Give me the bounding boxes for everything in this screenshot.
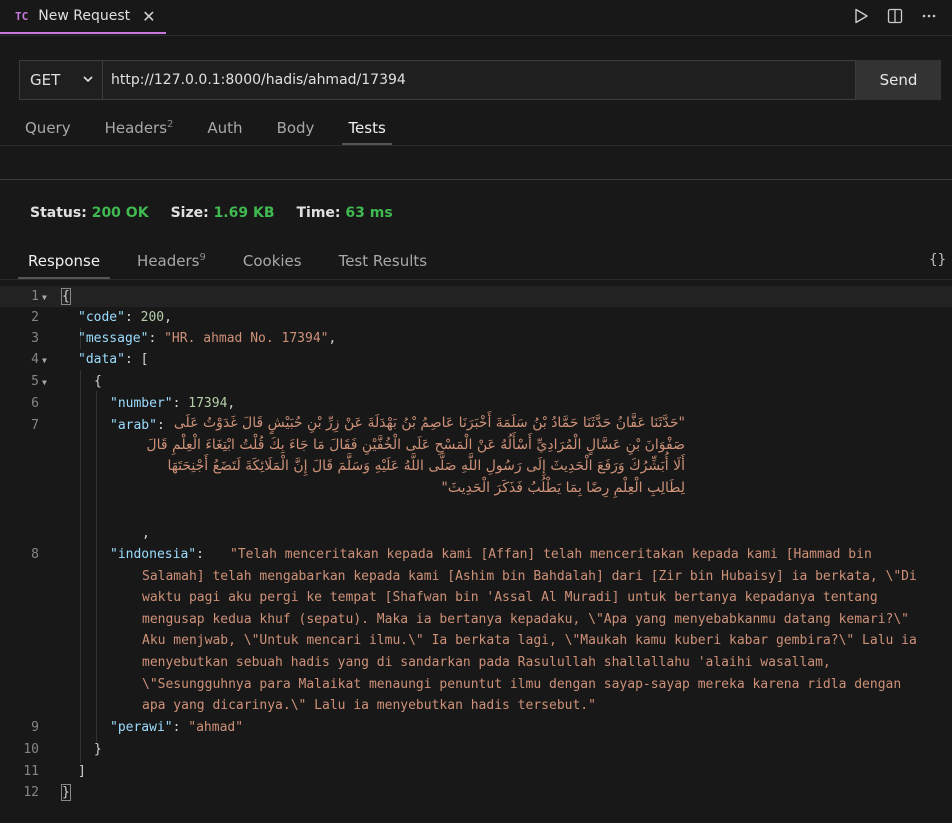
response-status-bar: Status: 200 OK Size: 1.69 KB Time: 63 ms	[30, 205, 393, 221]
tab-cookies[interactable]: Cookies	[243, 249, 302, 279]
fold-chevron-icon[interactable]: ▼	[42, 287, 56, 308]
line-number: 7	[31, 418, 39, 433]
size-value: 1.69 KB	[213, 205, 275, 221]
line-number: 11	[23, 764, 39, 779]
line-number: 10	[23, 742, 39, 757]
code-line: {	[94, 374, 102, 389]
tab-response-headers-label: Headers	[137, 252, 200, 270]
time-label: Time:	[296, 205, 341, 221]
code-line: ,	[142, 526, 150, 541]
tab-headers[interactable]: Headers2	[105, 117, 174, 145]
tab-cookies-label: Cookies	[242, 252, 302, 270]
tab-tests-label: Tests	[348, 119, 386, 137]
tab-new-request[interactable]: TC New Request ✕	[0, 0, 166, 34]
line-number: 9	[31, 720, 39, 735]
response-headers-count-badge: 9	[199, 252, 206, 263]
current-line-highlight	[0, 286, 952, 307]
line-number: 12	[23, 785, 39, 800]
size-info: Size: 1.69 KB	[171, 205, 275, 221]
request-url-bar: GET http://127.0.0.1:8000/hadis/ahmad/17…	[19, 60, 941, 100]
code-line: "message": "HR. ahmad No. 17394",	[78, 331, 337, 346]
size-label: Size:	[170, 205, 209, 221]
code-line: {	[61, 288, 71, 305]
tab-query-label: Query	[25, 119, 71, 137]
code-line: "number": 17394,	[110, 396, 236, 411]
fold-chevron-icon[interactable]: ▼	[42, 372, 56, 393]
tab-bar: TC New Request ✕	[0, 0, 952, 36]
tab-response-label: Response	[28, 252, 101, 270]
line-number: 4 ▼	[0, 349, 56, 371]
line-number: 6	[31, 396, 39, 411]
send-button[interactable]: Send	[856, 60, 941, 100]
status-info: Status: 200 OK	[30, 205, 149, 221]
line-number: 1 ▼	[0, 286, 56, 308]
run-icon[interactable]	[852, 5, 870, 27]
code-line: "data": [	[78, 352, 149, 367]
code-line: "perawi": "ahmad"	[110, 720, 244, 735]
line-number: 3	[31, 331, 39, 346]
response-json-editor[interactable]: 1 ▼ 2 3 4 ▼ 5 ▼ 6 7 8 9 10 11 12 { "code": …	[0, 286, 952, 823]
line-number: 8	[31, 547, 39, 562]
request-tabs: Query Headers2 Auth Body Tests	[25, 117, 426, 145]
tab-response[interactable]: Response	[18, 249, 111, 279]
code-line: }	[94, 742, 102, 757]
indent-guide	[80, 370, 81, 763]
arab-text-value: "حَدَّثَنَا عَفَّانُ حَدَّثَنَا حَمَّادُ…	[146, 415, 685, 496]
tab-tests[interactable]: Tests	[342, 117, 392, 145]
code-line: "code": 200,	[78, 310, 172, 325]
response-tabs: Response Headers9 Cookies Test Results	[18, 249, 464, 279]
panel-splitter[interactable]	[0, 179, 952, 180]
tab-test-results[interactable]: Test Results	[339, 249, 427, 279]
line-number: 5 ▼	[0, 371, 56, 393]
tab-query[interactable]: Query	[25, 117, 71, 145]
close-icon[interactable]: ✕	[142, 7, 155, 26]
more-actions-icon[interactable]	[920, 5, 938, 27]
code-line: }	[61, 784, 71, 801]
tab-body-label: Body	[276, 119, 315, 137]
status-label: Status:	[30, 205, 87, 221]
time-value: 63 ms	[345, 205, 393, 221]
code-line: ]	[78, 764, 86, 779]
tab-title: New Request	[38, 8, 131, 24]
fold-chevron-icon[interactable]: ▼	[42, 350, 56, 371]
tab-auth[interactable]: Auth	[207, 117, 242, 145]
thunder-client-logo: TC	[15, 9, 29, 23]
split-editor-icon[interactable]	[886, 5, 904, 27]
status-value: 200 OK	[91, 205, 149, 221]
tab-test-results-label: Test Results	[338, 252, 428, 270]
divider	[0, 279, 952, 280]
line-number: 2	[31, 310, 39, 325]
app-window: TC New Request ✕ GET http://127.0.0.1:80…	[0, 0, 952, 823]
headers-count-badge: 2	[167, 119, 174, 130]
url-input[interactable]: http://127.0.0.1:8000/hadis/ahmad/17394	[103, 60, 856, 100]
indent-guide	[96, 391, 97, 742]
divider	[0, 145, 952, 146]
tab-auth-label: Auth	[207, 119, 243, 137]
tab-body[interactable]: Body	[277, 117, 315, 145]
chevron-down-icon	[82, 71, 94, 89]
method-select[interactable]: GET	[19, 60, 103, 100]
method-value: GET	[30, 71, 61, 89]
format-json-icon[interactable]: {}	[929, 252, 946, 268]
time-info: Time: 63 ms	[297, 205, 393, 221]
indonesia-text-value: "Telah menceritakan kepada kami [Affan] …	[142, 547, 917, 714]
tab-response-headers[interactable]: Headers9	[137, 249, 206, 279]
tab-headers-label: Headers	[104, 119, 168, 137]
editor-actions	[852, 5, 938, 27]
